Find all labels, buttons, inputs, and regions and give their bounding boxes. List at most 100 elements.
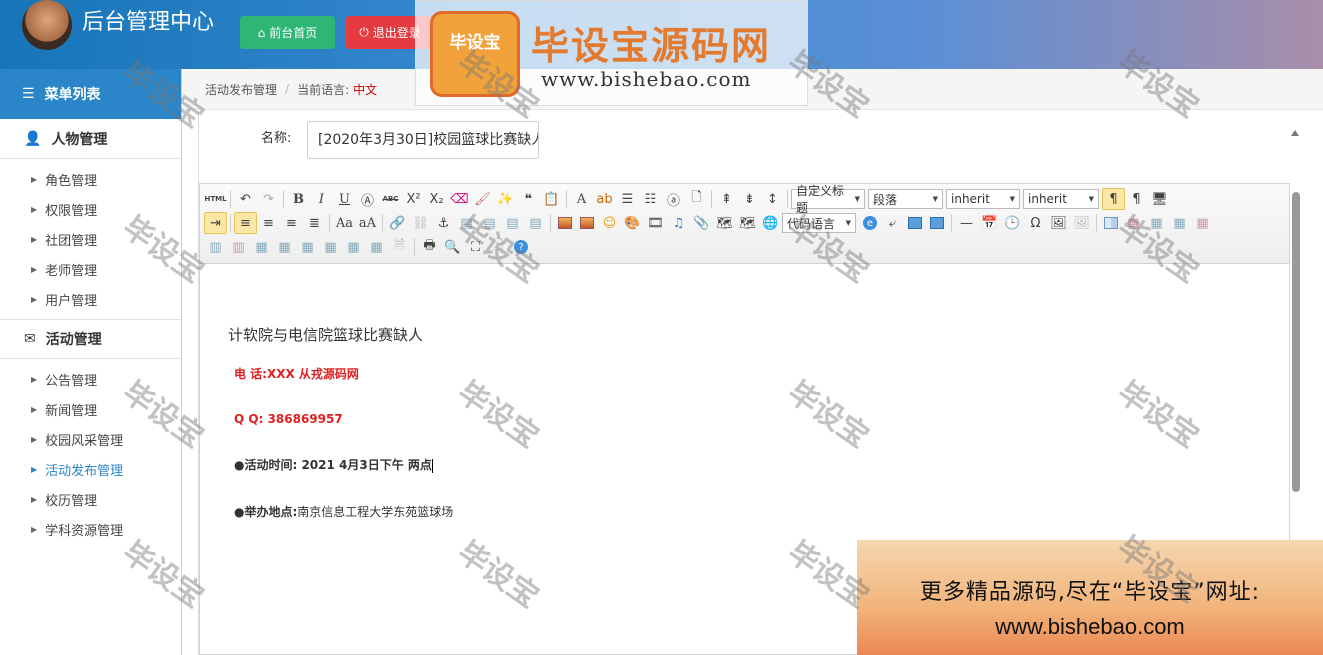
- sidebar-item-campus-style[interactable]: ▶ 校园风采管理: [0, 424, 181, 454]
- unlink-icon[interactable]: ⛓: [409, 212, 432, 234]
- indent-icon[interactable]: ⇥: [204, 212, 227, 234]
- delete-col-icon[interactable]: ▥: [227, 236, 250, 258]
- align-center-icon[interactable]: ≡: [257, 212, 280, 234]
- underline-icon[interactable]: U: [333, 188, 356, 210]
- highlight-color-icon[interactable]: ab: [593, 188, 616, 210]
- rtl-direction-icon[interactable]: ¶: [1125, 188, 1148, 210]
- align-left-icon[interactable]: ≡: [234, 212, 257, 234]
- redo-icon[interactable]: ↷: [257, 188, 280, 210]
- preview-icon[interactable]: 🖥: [1148, 188, 1171, 210]
- sidebar-item-notices[interactable]: ▶ 公告管理: [0, 364, 181, 394]
- blockquote-icon[interactable]: ❝: [517, 188, 540, 210]
- paste-plain-icon[interactable]: 📋: [540, 188, 563, 210]
- template-icon[interactable]: [930, 217, 944, 229]
- menu-list-header[interactable]: ☰ 菜单列表: [0, 69, 181, 119]
- subscript-icon[interactable]: X₂: [425, 188, 448, 210]
- image-float-none-icon[interactable]: ▤: [455, 212, 478, 234]
- row-spacing-top-icon[interactable]: ⇞: [715, 188, 738, 210]
- select-all-icon[interactable]: ⓐ: [662, 188, 685, 210]
- chart-icon[interactable]: 🗎: [388, 236, 411, 258]
- insert-frame-icon[interactable]: 🌐: [759, 212, 782, 234]
- insert-image-icon[interactable]: [580, 217, 594, 229]
- delete-table-icon[interactable]: ▦: [1122, 212, 1145, 234]
- link-icon[interactable]: 🔗: [386, 212, 409, 234]
- clear-doc-icon[interactable]: 🗋: [685, 188, 708, 210]
- lowercase-icon[interactable]: aA: [356, 212, 379, 234]
- name-input[interactable]: [2020年3月30日]校园篮球比赛缺人: [307, 121, 539, 159]
- insert-col-icon[interactable]: ▥: [204, 236, 227, 258]
- wordimage-icon[interactable]: 🖼: [1047, 212, 1070, 234]
- google-map-icon[interactable]: 🗺: [736, 212, 759, 234]
- split-to-rows-icon[interactable]: ▦: [342, 236, 365, 258]
- code-language-select[interactable]: 代码语言 ▼: [782, 213, 856, 233]
- music-icon[interactable]: ♫: [667, 212, 690, 234]
- strikethrough-icon[interactable]: ABC: [379, 188, 402, 210]
- eraser-icon[interactable]: ⌫: [448, 188, 471, 210]
- insert-para-before-table-icon[interactable]: ▦: [1145, 212, 1168, 234]
- background-icon[interactable]: [908, 217, 922, 229]
- row-spacing-bottom-icon[interactable]: ⇟: [738, 188, 761, 210]
- italic-icon[interactable]: I: [310, 188, 333, 210]
- sidebar-item-news[interactable]: ▶ 新闻管理: [0, 394, 181, 424]
- split-to-cols-icon[interactable]: ▦: [365, 236, 388, 258]
- align-justify-icon[interactable]: ≣: [303, 212, 326, 234]
- auto-format-icon[interactable]: ✨: [494, 188, 517, 210]
- help-icon[interactable]: ?: [514, 240, 528, 254]
- scrollbar-thumb[interactable]: [1292, 192, 1300, 492]
- image-float-right-icon[interactable]: ▤: [501, 212, 524, 234]
- merge-down-icon[interactable]: ▦: [296, 236, 319, 258]
- html-source-button[interactable]: HTML: [204, 188, 227, 210]
- paragraph-select[interactable]: 段落 ▼: [868, 189, 943, 209]
- merge-right-icon[interactable]: ▦: [273, 236, 296, 258]
- sidebar-item-permissions[interactable]: ▶ 权限管理: [0, 194, 181, 224]
- sidebar-item-subject-resources[interactable]: ▶ 学科资源管理: [0, 514, 181, 544]
- group-people[interactable]: 👤 人物管理: [0, 119, 181, 159]
- font-family-select[interactable]: inherit ▼: [946, 189, 1020, 209]
- sidebar-item-school-calendar[interactable]: ▶ 校历管理: [0, 484, 181, 514]
- web-app-icon[interactable]: e: [863, 216, 877, 230]
- page-break-icon[interactable]: ⤶: [881, 212, 904, 234]
- drafts-icon[interactable]: 🗋: [487, 236, 510, 258]
- scrawl-icon[interactable]: 🎨: [621, 212, 644, 234]
- group-activities[interactable]: ✉ 活动管理: [0, 319, 181, 359]
- sidebar-item-roles[interactable]: ▶ 角色管理: [0, 164, 181, 194]
- merge-cells-icon[interactable]: ▦: [250, 236, 273, 258]
- binoculars-icon[interactable]: ⛶: [464, 236, 487, 258]
- line-height-icon[interactable]: ↕: [761, 188, 784, 210]
- font-size-select[interactable]: inherit ▼: [1023, 189, 1099, 209]
- breadcrumb-current[interactable]: 活动发布管理: [205, 81, 277, 98]
- bold-icon[interactable]: B: [287, 188, 310, 210]
- delete-row-icon[interactable]: ▦: [1191, 212, 1214, 234]
- custom-title-select[interactable]: 自定义标题 ▼: [791, 184, 865, 215]
- simple-upload-icon[interactable]: [558, 217, 572, 229]
- insert-row-icon[interactable]: ▦: [1168, 212, 1191, 234]
- superscript-icon[interactable]: X²: [402, 188, 425, 210]
- image-float-left-icon[interactable]: ▤: [478, 212, 501, 234]
- format-brush-icon[interactable]: 🖌: [471, 188, 494, 210]
- sidebar-item-clubs[interactable]: ▶ 社团管理: [0, 224, 181, 254]
- horizontal-rule-icon[interactable]: —: [955, 212, 978, 234]
- special-chars-icon[interactable]: Ω: [1024, 212, 1047, 234]
- split-to-cells-icon[interactable]: ▦: [319, 236, 342, 258]
- emoticon-icon[interactable]: ☺: [598, 212, 621, 234]
- sidebar-item-activity-publish[interactable]: ▶ 活动发布管理: [0, 454, 181, 484]
- snapscreen-icon[interactable]: 🖼: [1070, 212, 1093, 234]
- ordered-list-icon[interactable]: ☰: [616, 188, 639, 210]
- print-icon[interactable]: 🖶: [418, 236, 441, 258]
- date-icon[interactable]: 📅: [978, 212, 1001, 234]
- search-replace-icon[interactable]: 🔍: [441, 236, 464, 258]
- unordered-list-icon[interactable]: ☷: [639, 188, 662, 210]
- home-button[interactable]: ⌂ 前台首页: [240, 16, 335, 49]
- scroll-up-arrow-icon[interactable]: [1291, 130, 1299, 136]
- sidebar-item-users[interactable]: ▶ 用户管理: [0, 284, 181, 314]
- font-border-icon[interactable]: Ⓐ: [356, 188, 379, 210]
- insert-table-icon[interactable]: [1104, 217, 1118, 229]
- align-right-icon[interactable]: ≡: [280, 212, 303, 234]
- time-icon[interactable]: 🕒: [1001, 212, 1024, 234]
- image-center-icon[interactable]: ▤: [524, 212, 547, 234]
- anchor-icon[interactable]: ⚓: [432, 212, 455, 234]
- undo-icon[interactable]: ↶: [234, 188, 257, 210]
- sidebar-item-teachers[interactable]: ▶ 老师管理: [0, 254, 181, 284]
- map-icon[interactable]: 🗺: [713, 212, 736, 234]
- insert-video-icon[interactable]: 🎞: [644, 212, 667, 234]
